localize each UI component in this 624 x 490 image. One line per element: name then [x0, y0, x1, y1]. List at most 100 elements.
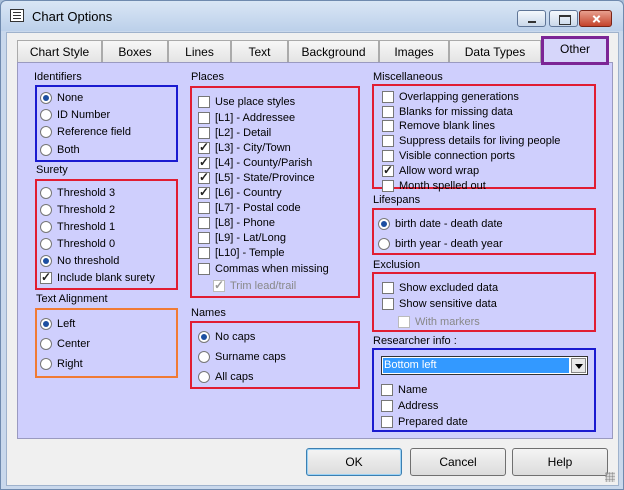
tab-lines[interactable]: Lines — [168, 40, 231, 63]
text-alignment-group: Left Center Right — [35, 308, 178, 378]
tab-images[interactable]: Images — [379, 40, 449, 63]
commas-when-missing-checkbox[interactable]: Commas when missing — [198, 261, 329, 276]
place-l1-checkbox[interactable]: [L1] - Addressee — [198, 110, 295, 125]
lifespan-option-dates[interactable]: birth date - death date — [378, 216, 503, 231]
checkbox-icon — [198, 140, 210, 154]
place-l6-checkbox[interactable]: [L6] - Country — [198, 185, 282, 200]
checkbox-icon — [398, 315, 410, 328]
place-l10-checkbox[interactable]: [L10] - Temple — [198, 245, 285, 260]
checkbox-icon — [382, 297, 394, 310]
checkbox-icon — [382, 105, 394, 118]
place-l2-checkbox[interactable]: [L2] - Detail — [198, 125, 271, 140]
checkbox-icon — [382, 179, 394, 192]
suppress-details-living-checkbox[interactable]: Suppress details for living people — [382, 133, 560, 148]
tab-text[interactable]: Text — [231, 40, 288, 63]
place-l3-checkbox[interactable]: [L3] - City/Town — [198, 140, 291, 155]
tab-chart-style[interactable]: Chart Style — [17, 40, 102, 63]
names-group: No caps Surname caps All caps — [190, 321, 360, 389]
tab-boxes[interactable]: Boxes — [102, 40, 168, 63]
tab-other[interactable]: Other — [541, 36, 609, 65]
checkbox-icon — [213, 278, 225, 292]
lifespan-option-years[interactable]: birth year - death year — [378, 236, 503, 251]
surety-option-threshold-3[interactable]: Threshold 3 — [40, 185, 115, 200]
place-l5-checkbox[interactable]: [L5] - State/Province — [198, 170, 315, 185]
surety-option-threshold-2[interactable]: Threshold 2 — [40, 202, 115, 217]
cancel-button[interactable]: Cancel — [410, 448, 506, 476]
help-button[interactable]: Help — [512, 448, 608, 476]
researcher-position-dropdown[interactable]: Bottom left — [381, 356, 588, 375]
radio-icon — [378, 237, 390, 250]
chart-options-window: Chart Options Chart Style Boxes Lines Te… — [0, 0, 624, 490]
checkbox-icon — [382, 134, 394, 147]
radio-icon — [40, 143, 52, 156]
researcher-address-checkbox[interactable]: Address — [381, 398, 438, 413]
close-button[interactable] — [579, 10, 612, 27]
checkbox-icon — [382, 149, 394, 162]
radio-icon — [40, 337, 52, 350]
researcher-prepared-date-checkbox[interactable]: Prepared date — [381, 414, 468, 429]
trim-lead-trail-checkbox[interactable]: Trim lead/trail — [213, 278, 296, 293]
surety-option-threshold-0[interactable]: Threshold 0 — [40, 236, 115, 251]
allow-word-wrap-checkbox[interactable]: Allow word wrap — [382, 163, 479, 178]
places-group: Use place styles [L1] - Addressee [L2] -… — [190, 86, 360, 298]
show-excluded-data-checkbox[interactable]: Show excluded data — [382, 280, 498, 295]
show-sensitive-data-checkbox[interactable]: Show sensitive data — [382, 296, 497, 311]
tab-background[interactable]: Background — [288, 40, 379, 63]
place-l4-checkbox[interactable]: [L4] - County/Parish — [198, 155, 312, 170]
identifiers-option-reference-field[interactable]: Reference field — [40, 124, 131, 139]
tab-data-types[interactable]: Data Types — [449, 40, 541, 63]
names-option-surname-caps[interactable]: Surname caps — [198, 349, 286, 364]
names-option-no-caps[interactable]: No caps — [198, 329, 255, 344]
researcher-info-group: Bottom left Name Address Prepared date — [372, 348, 596, 432]
checkbox-icon — [382, 119, 394, 132]
ok-button[interactable]: OK — [306, 448, 402, 476]
names-option-all-caps[interactable]: All caps — [198, 369, 254, 384]
include-blank-surety-checkbox[interactable]: Include blank surety — [40, 270, 155, 285]
miscellaneous-group: Overlapping generations Blanks for missi… — [372, 84, 596, 192]
alignment-option-center[interactable]: Center — [40, 336, 90, 351]
chevron-down-icon[interactable] — [571, 358, 586, 373]
title-bar[interactable]: Chart Options — [1, 1, 623, 31]
place-l8-checkbox[interactable]: [L8] - Phone — [198, 215, 275, 230]
radio-icon — [198, 350, 210, 363]
place-l7-checkbox[interactable]: [L7] - Postal code — [198, 200, 301, 215]
alignment-option-left[interactable]: Left — [40, 316, 75, 331]
checkbox-icon — [382, 90, 394, 103]
identifiers-option-id-number[interactable]: ID Number — [40, 107, 110, 122]
radio-icon — [198, 330, 210, 343]
visible-connection-ports-checkbox[interactable]: Visible connection ports — [382, 148, 515, 163]
checkbox-icon — [198, 170, 210, 184]
overlapping-generations-checkbox[interactable]: Overlapping generations — [382, 89, 519, 104]
researcher-info-heading: Researcher info : — [373, 335, 457, 347]
place-l9-checkbox[interactable]: [L9] - Lat/Long — [198, 230, 286, 245]
blanks-for-missing-data-checkbox[interactable]: Blanks for missing data — [382, 104, 513, 119]
lifespans-group: birth date - death date birth year - dea… — [372, 208, 596, 255]
checkbox-icon — [381, 399, 393, 412]
names-heading: Names — [191, 307, 226, 319]
use-place-styles-checkbox[interactable]: Use place styles — [198, 94, 295, 109]
checkbox-icon — [198, 216, 210, 229]
radio-icon — [40, 125, 52, 138]
checkbox-icon — [382, 281, 394, 294]
with-markers-checkbox[interactable]: With markers — [398, 314, 480, 329]
identifiers-option-none[interactable]: None — [40, 90, 83, 105]
surety-heading: Surety — [36, 164, 68, 176]
surety-option-threshold-1[interactable]: Threshold 1 — [40, 219, 115, 234]
alignment-option-right[interactable]: Right — [40, 356, 83, 371]
identifiers-heading: Identifiers — [34, 71, 82, 83]
maximize-button[interactable] — [549, 10, 578, 27]
resize-grip-icon[interactable] — [605, 472, 615, 482]
exclusion-heading: Exclusion — [373, 259, 421, 271]
checkbox-icon — [381, 383, 393, 396]
places-heading: Places — [191, 71, 225, 83]
radio-icon — [198, 370, 210, 383]
checkbox-icon — [40, 270, 52, 284]
month-spelled-out-checkbox[interactable]: Month spelled out — [382, 178, 486, 193]
researcher-name-checkbox[interactable]: Name — [381, 382, 427, 397]
identifiers-option-both[interactable]: Both — [40, 142, 80, 157]
remove-blank-lines-checkbox[interactable]: Remove blank lines — [382, 118, 495, 133]
surety-option-no-threshold[interactable]: No threshold — [40, 253, 119, 268]
minimize-button[interactable] — [517, 10, 546, 27]
radio-icon — [40, 254, 52, 267]
miscellaneous-heading: Miscellaneous — [373, 71, 443, 83]
